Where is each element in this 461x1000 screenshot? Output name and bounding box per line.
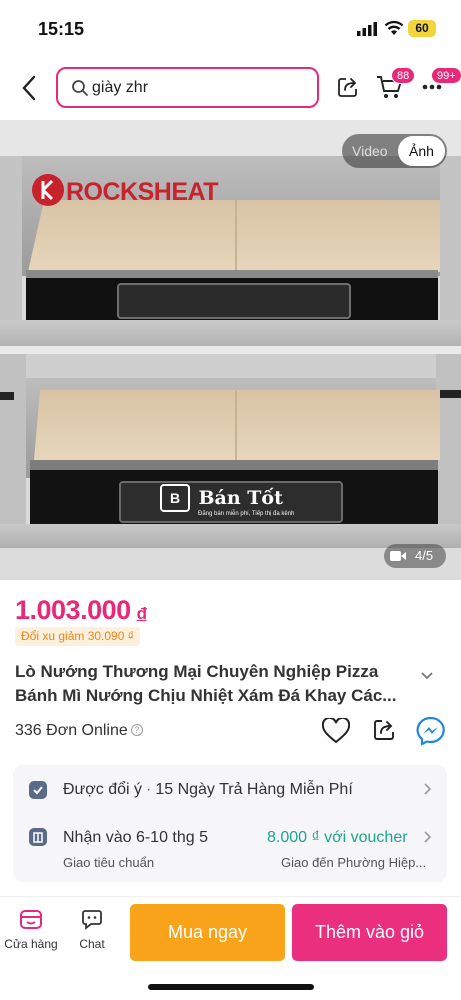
search-input[interactable]: giày zhr: [92, 79, 148, 97]
package-icon: [29, 828, 47, 846]
tab-video[interactable]: Video: [352, 143, 388, 159]
search-icon: [72, 80, 88, 96]
sold-count: 336 Đơn Online?: [15, 722, 143, 740]
watermark-logo-icon: B: [160, 484, 190, 512]
image-counter: 4/5: [384, 544, 446, 568]
battery-indicator: 60: [408, 20, 436, 37]
return-policy-row[interactable]: Được đổi ý · 15 Ngày Trả Hàng Miễn Phí: [63, 781, 353, 799]
price-currency: đ: [136, 604, 147, 623]
store-button[interactable]: Cửa hàng: [2, 907, 60, 951]
image-counter-text: 4/5: [415, 548, 434, 563]
chat-icon: [82, 910, 102, 930]
store-icon: [20, 910, 42, 929]
chevron-right-icon[interactable]: [423, 831, 431, 843]
bottom-action-bar: Cửa hàng Chat Mua ngay Thêm vào giỏ: [0, 896, 461, 1000]
watermark: B Bán Tốt Đăng bán miễn phí, Tiếp thị đa…: [160, 484, 294, 517]
chevron-right-icon[interactable]: [423, 783, 431, 795]
chat-label: Chat: [79, 937, 105, 951]
product-image-gallery[interactable]: ROCKSHEAT Video Ảnh B Bán Tốt Đăng bán m…: [0, 120, 461, 580]
share-icon[interactable]: [372, 718, 396, 742]
brand-text: ROCKSHEAT: [66, 178, 218, 206]
home-indicator: [148, 984, 314, 990]
share-icon[interactable]: [337, 76, 359, 98]
status-time: 15:15: [38, 19, 85, 39]
more-icon[interactable]: [422, 84, 442, 90]
cart-count-badge: 88: [391, 67, 416, 84]
product-title[interactable]: Lò Nướng Thương Mại Chuyên Nghiệp Pizza …: [15, 660, 415, 708]
add-to-cart-button[interactable]: Thêm vào giỏ: [292, 904, 447, 961]
tab-photo[interactable]: Ảnh: [398, 136, 445, 166]
watermark-title: Bán Tốt: [198, 487, 283, 509]
buy-now-button[interactable]: Mua ngay: [130, 904, 285, 961]
video-icon: [390, 551, 406, 561]
chevron-down-icon[interactable]: [420, 671, 434, 681]
top-nav: giày zhr 88 99+: [0, 58, 461, 120]
back-icon[interactable]: [16, 72, 44, 104]
help-icon[interactable]: ?: [130, 724, 143, 736]
more-count-badge: 99+: [431, 67, 461, 84]
return-detail: 15 Ngày Trả Hàng Miễn Phí: [155, 781, 353, 798]
media-toggle: Video Ảnh: [342, 134, 447, 168]
coin-discount-badge: Đổi xu giảm 30.090 ₫: [15, 627, 140, 646]
price-value: 1.003.000: [15, 595, 131, 625]
delivery-address: Giao đến Phường Hiệp...: [281, 855, 427, 870]
sold-count-text: 336 Đơn Online: [15, 722, 128, 739]
delivery-voucher[interactable]: 8.000 ₫ với voucher: [267, 829, 408, 847]
delivery-date[interactable]: Nhận vào 6-10 thg 5: [63, 829, 208, 847]
shield-icon: [29, 781, 47, 799]
wifi-icon: [384, 20, 404, 35]
shipping-info-card: Được đổi ý · 15 Ngày Trả Hàng Miễn Phí Nhậ…: [13, 765, 447, 882]
chat-button[interactable]: Chat: [66, 907, 118, 951]
store-label: Cửa hàng: [4, 937, 58, 951]
product-price: 1.003.000 đ: [15, 595, 147, 626]
watermark-subtitle: Đăng bán miễn phí, Tiếp thị đa kênh: [198, 511, 295, 517]
search-bar[interactable]: giày zhr: [56, 67, 319, 108]
heart-icon[interactable]: [322, 718, 350, 744]
messenger-icon[interactable]: [416, 716, 446, 746]
brand-logo-icon: [32, 174, 64, 206]
delivery-type: Giao tiêu chuẩn: [63, 855, 155, 870]
signal-icon: [357, 22, 377, 36]
status-bar: 15:15 60: [0, 0, 461, 58]
return-label: Được đổi ý: [63, 781, 142, 798]
